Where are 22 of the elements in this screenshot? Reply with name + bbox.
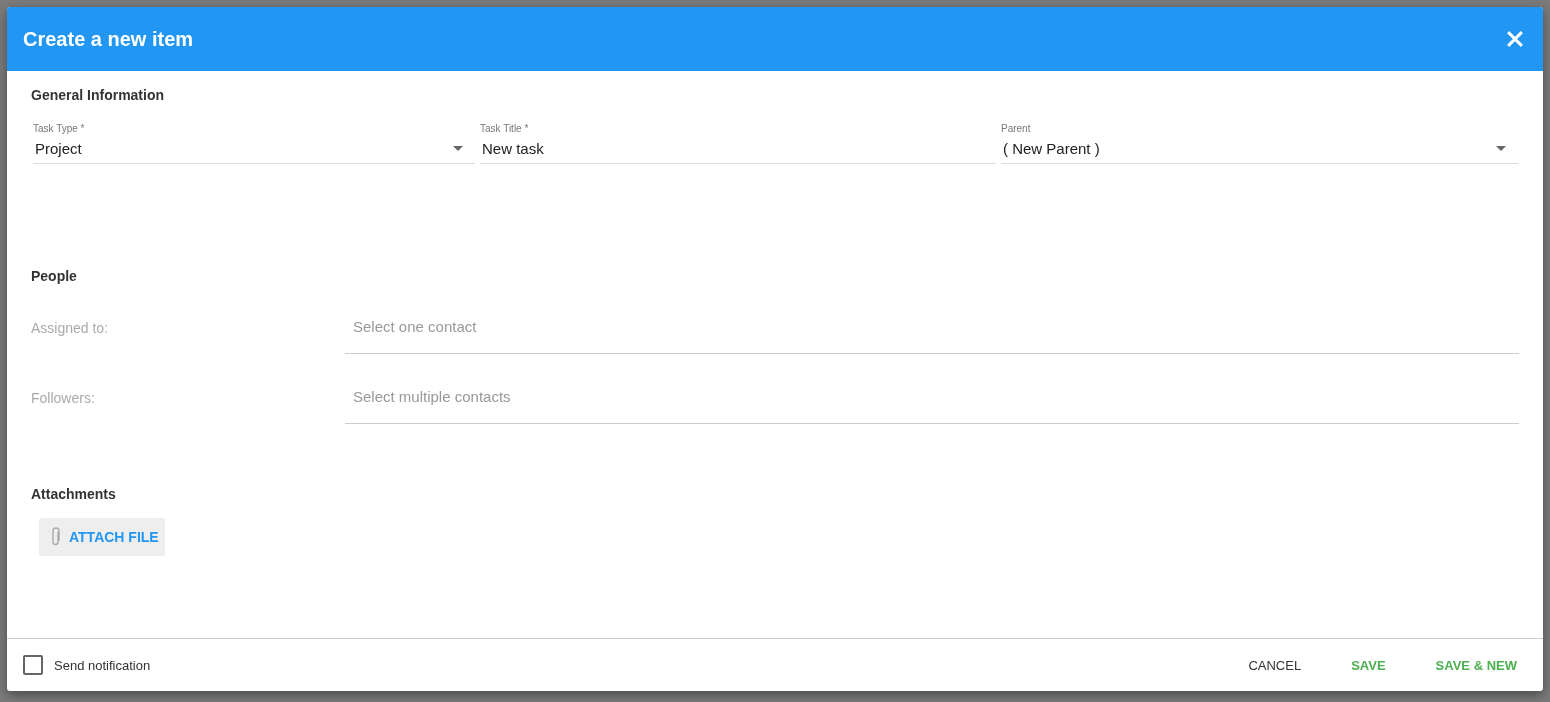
paperclip-icon — [51, 527, 61, 547]
dropdown-caret-icon — [1496, 146, 1506, 151]
checkbox[interactable] — [23, 655, 43, 675]
field-label: Parent — [1001, 123, 1032, 134]
form-field[interactable]: Task Title * New task — [480, 123, 996, 164]
section-heading: General Information — [31, 87, 166, 103]
field-value: New task — [482, 140, 544, 157]
field-label: Followers: — [31, 390, 96, 408]
section-heading: People — [31, 268, 78, 284]
field-value: ( New Parent ) — [1003, 140, 1100, 157]
form-field[interactable]: Task Type * Project — [33, 123, 475, 164]
checkbox-label: Send notification — [54, 657, 151, 673]
footer-button[interactable]: CANCEL — [1236, 649, 1314, 681]
section-heading: Attachments — [31, 486, 117, 502]
dropdown-caret-icon — [453, 146, 463, 151]
field-value: Project — [35, 140, 82, 157]
close-icon[interactable] — [1507, 31, 1523, 47]
field-label: Task Type * — [33, 123, 86, 134]
field-label: Task Title * — [480, 123, 530, 134]
dialog-title: Create a new item — [23, 27, 194, 51]
field-label: Assigned to: — [31, 320, 110, 338]
form-field[interactable]: Parent ( New Parent ) — [1001, 123, 1518, 164]
